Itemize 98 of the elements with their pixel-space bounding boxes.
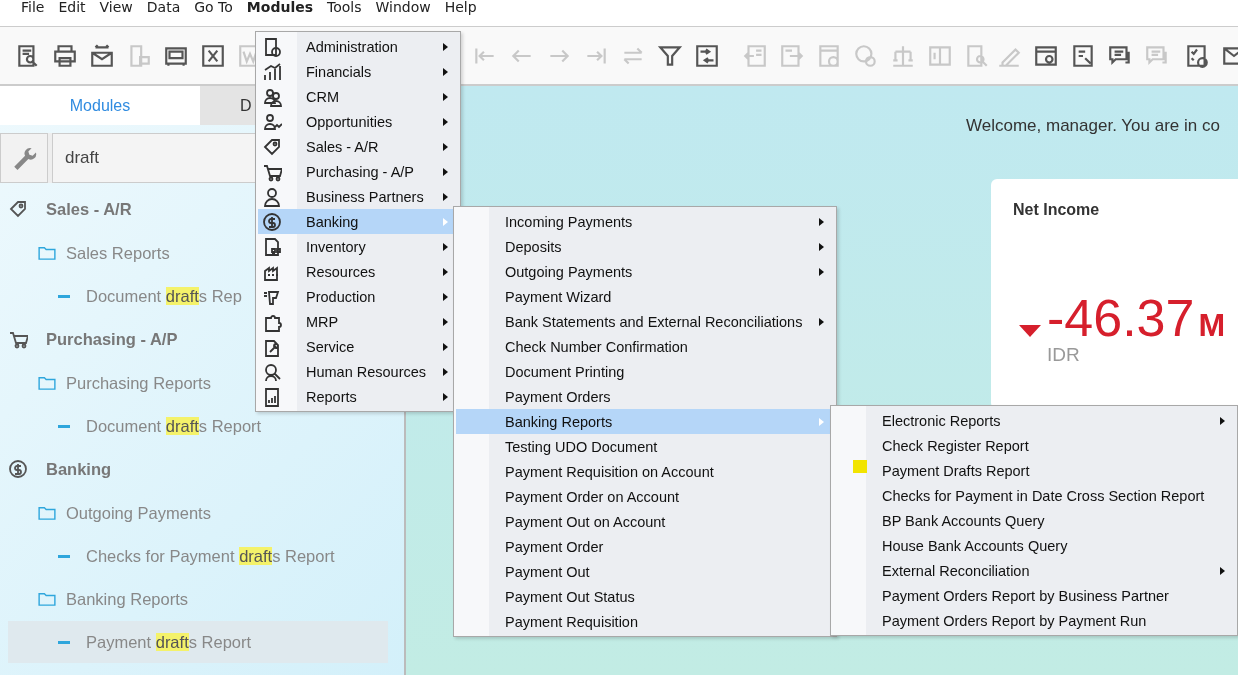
crm-icon (262, 86, 282, 107)
dash-icon (58, 294, 70, 298)
submenu-arrow-icon (819, 317, 824, 326)
currency-label: IDR (1047, 344, 1081, 366)
tree-item[interactable]: Checks for Payment drafts Report (8, 535, 388, 577)
excel-icon[interactable] (200, 42, 226, 69)
sales-icon (262, 136, 282, 157)
wrench-icon (11, 145, 37, 171)
sales-icon (8, 199, 28, 219)
menu-item[interactable]: Bank Statements and External Reconciliations (456, 309, 834, 334)
dash-icon (58, 554, 70, 558)
menu-item[interactable]: Payment Order (456, 534, 834, 559)
kpi-value: -46.37 (1047, 295, 1195, 341)
menu-item[interactable]: Payment Orders Report by Payment Run (833, 608, 1235, 633)
report-label: Checks for Payment drafts Report (86, 546, 335, 566)
reports-icon (262, 386, 282, 407)
menu-item[interactable]: External Reconciliation (833, 558, 1235, 583)
submenu-arrow-icon (819, 417, 824, 426)
submenu-arrow-icon (443, 192, 448, 201)
menu-item[interactable]: Payment Orders (456, 384, 834, 409)
submenu-arrow-icon (443, 67, 448, 76)
alerts-icon[interactable] (1184, 42, 1210, 69)
submenu-arrow-icon (443, 267, 448, 276)
module-label[interactable]: Purchasing - A/P (46, 329, 178, 349)
folder-icon (38, 376, 56, 390)
dash-icon (58, 640, 70, 644)
submenu-arrow-icon (443, 292, 448, 301)
submenu-arrow-icon (1220, 416, 1225, 425)
submenu-arrow-icon (443, 142, 448, 151)
submenu-arrow-icon (819, 267, 824, 276)
settings-button[interactable] (0, 133, 48, 183)
submenu-arrow-icon (443, 392, 448, 401)
submenu-arrow-icon (443, 92, 448, 101)
menu-item[interactable]: Checks for Payment in Date Cross Section Report (833, 483, 1235, 508)
banking-icon (8, 459, 28, 479)
menu-item[interactable]: Payment Order on Account (456, 484, 834, 509)
menu-item[interactable]: Deposits (456, 234, 834, 259)
submenu-arrow-icon (443, 367, 448, 376)
menu-item[interactable]: House Bank Accounts Query (833, 533, 1235, 558)
email-icon[interactable] (89, 42, 115, 69)
menu-item[interactable]: Document Printing (456, 359, 834, 384)
menu-bar-item[interactable]: Modules (239, 0, 320, 14)
folder-icon (38, 592, 56, 606)
menu-item[interactable]: Payment Out on Account (456, 509, 834, 534)
purchasing-icon (8, 329, 28, 349)
menu-item[interactable]: Payment Wizard (456, 284, 834, 309)
submenu-arrow-icon (443, 342, 448, 351)
menu-item[interactable]: Payment Drafts Report (833, 458, 1235, 483)
menu-item[interactable]: Administration (258, 34, 458, 59)
inventory-icon (262, 236, 282, 257)
submenu-arrow-icon (1220, 566, 1225, 575)
menu-item[interactable]: Financials (258, 59, 458, 84)
menu-item[interactable]: Incoming Payments (456, 209, 834, 234)
menu-item[interactable]: Testing UDO Document (456, 434, 834, 459)
menu-item[interactable]: Payment Orders Report by Business Partner (833, 583, 1235, 608)
menu-item[interactable]: Outgoing Payments (456, 259, 834, 284)
menu-bar-item[interactable]: File (14, 0, 52, 14)
menu-item[interactable]: Electronic Reports (833, 408, 1235, 433)
menu-bar-item[interactable]: View (92, 0, 140, 14)
menu-bar-item[interactable]: Tools (320, 0, 369, 14)
menu-bar-item[interactable]: Go To (187, 0, 240, 14)
menu-item[interactable]: Check Number Confirmation (456, 334, 834, 359)
menu-item[interactable]: Payment Out Status (456, 584, 834, 609)
menu-bar-item[interactable]: Edit (51, 0, 93, 14)
menu-bar-item[interactable]: Help (437, 0, 484, 14)
hr-icon (262, 361, 282, 382)
folder-icon (38, 246, 56, 260)
menu-item[interactable]: Payment Requisition on Account (456, 459, 834, 484)
banking-icon (262, 211, 282, 232)
financials-icon (262, 61, 282, 82)
submenu-arrow-icon (443, 167, 448, 176)
menu-bar-item[interactable]: Window (368, 0, 438, 14)
partners-icon (262, 186, 282, 207)
menu-item[interactable]: Payment Requisition (456, 609, 834, 634)
opportunities-icon (262, 111, 282, 132)
menu-item[interactable]: Check Register Report (833, 433, 1235, 458)
dash-icon (58, 424, 70, 428)
sort-icon[interactable] (694, 42, 720, 69)
menu-item[interactable]: CRM (258, 84, 458, 109)
submenu-arrow-icon (819, 217, 824, 226)
module-label[interactable]: Banking (46, 459, 112, 479)
print-icon[interactable] (52, 42, 78, 69)
submenu-arrow-icon (443, 242, 448, 251)
submenu-arrow-icon (443, 42, 448, 51)
menu-item[interactable]: Business Partners (258, 184, 458, 209)
menu-item[interactable]: Payment Out (456, 559, 834, 584)
folder-icon (38, 506, 56, 520)
menu-item[interactable]: Opportunities (258, 109, 458, 134)
menu-item[interactable]: BP Bank Accounts Query (833, 508, 1235, 533)
submenu-arrow-icon (443, 217, 448, 226)
kpi-unit: M (1198, 307, 1226, 344)
submenu-arrow-icon (443, 317, 448, 326)
welcome-text: Welcome, manager. You are in co (966, 116, 1221, 136)
submenu-arrow-icon (819, 242, 824, 251)
menu-bar-item[interactable]: Data (139, 0, 188, 14)
card-title: Net Income (1013, 201, 1100, 219)
module-label[interactable]: Sales - A/R (46, 199, 132, 219)
submenu-arrow-icon (443, 117, 448, 126)
